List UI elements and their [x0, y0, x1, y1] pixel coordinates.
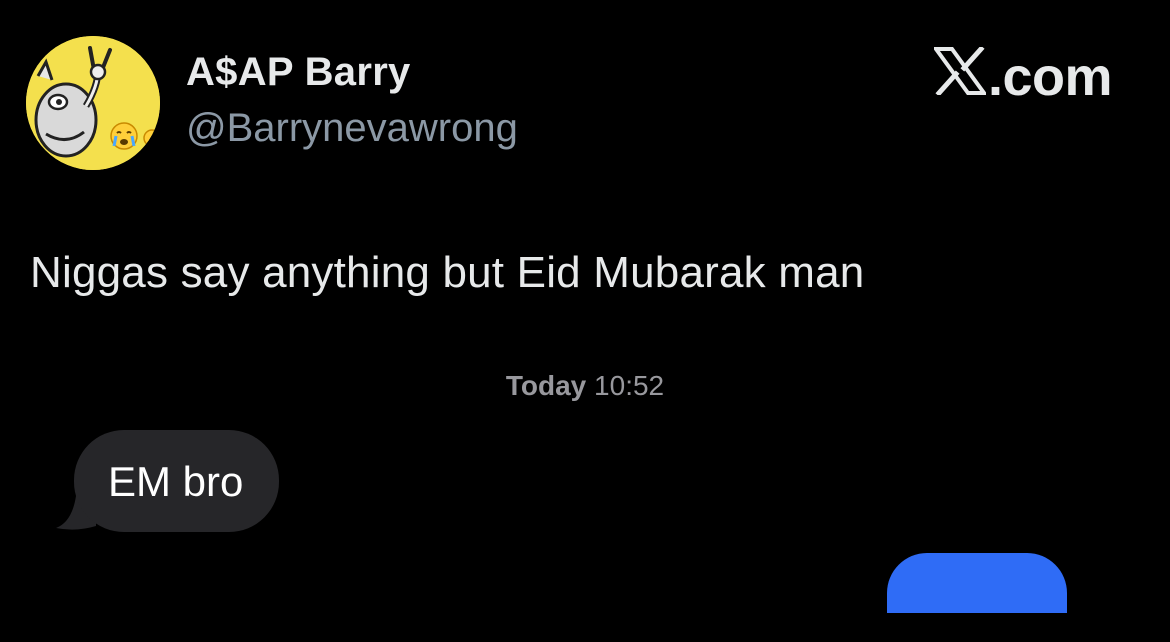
- outgoing-bubble-partial[interactable]: [887, 553, 1067, 613]
- message-text: EM bro: [108, 458, 244, 505]
- incoming-message[interactable]: EM bro: [56, 430, 280, 532]
- avatar[interactable]: [26, 36, 160, 170]
- message-timestamp: Today 10:52: [0, 370, 1170, 402]
- tweet-text: Niggas say anything but Eid Mubarak man: [30, 248, 865, 297]
- timestamp-time: 10:52: [594, 370, 665, 401]
- site-logo: . com: [932, 45, 1112, 108]
- avatar-illustration: [26, 36, 160, 170]
- incoming-bubble[interactable]: EM bro: [74, 430, 280, 532]
- site-domain: com: [1002, 47, 1112, 107]
- user-handle[interactable]: @Barrynevawrong: [186, 106, 518, 151]
- tweet-header: A$AP Barry @Barrynevawrong . com: [0, 0, 1170, 180]
- x-logo-icon: [932, 45, 988, 108]
- display-name[interactable]: A$AP Barry: [186, 50, 411, 95]
- timestamp-day: Today: [505, 370, 587, 401]
